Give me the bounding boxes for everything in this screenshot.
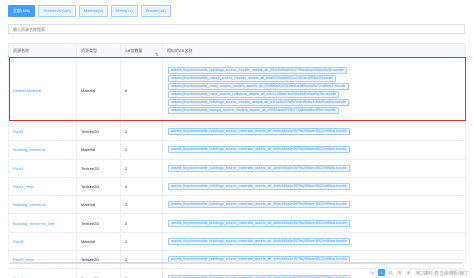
tab-all[interactable]: 全部(186) (8, 5, 36, 17)
resource-name[interactable]: Roof1 (9, 232, 77, 251)
column-header-count[interactable]: AB包数量 ⇅ (121, 44, 163, 58)
tab-shader[interactable]: Shader(18) (140, 5, 171, 17)
bundle-tag[interactable]: assets_tinystoremobile_buildings_source_… (168, 274, 350, 278)
table-row[interactable]: Building_elements Material 2 assets_tinysto… (9, 141, 465, 160)
resource-name[interactable]: Building_elements (9, 196, 77, 214)
bundle-tag[interactable]: assets_tinystoremobile_ruins_source_coll… (168, 91, 340, 98)
bundle-count: 2 (121, 141, 163, 159)
page-button[interactable]: 4 (405, 268, 412, 276)
bundle-count: 2 (121, 177, 163, 196)
bundle-tag[interactable]: assets_tinystoremobile_buildings_source_… (168, 219, 350, 227)
table-row[interactable]: Default-Material Material 6 assets_tinystor… (9, 59, 465, 123)
resource-type: Texture2D (77, 269, 121, 278)
page-button[interactable]: 1 (378, 268, 385, 276)
bundle-tag[interactable]: assets_tinystoremobile_rocks_source_mode… (168, 83, 349, 90)
resource-type: Texture2D (77, 177, 121, 196)
resource-name[interactable]: Building_elements_lime (9, 214, 77, 232)
resource-type: Material (77, 232, 121, 251)
tab-texture2d[interactable]: Texture2D(149) (38, 5, 76, 17)
bundle-list: assets_tinystoremobile_buildings_source_… (163, 141, 465, 158)
bundle-tag[interactable]: assets_tinystoremobile_nature_source_mod… (168, 75, 336, 82)
table-row[interactable]: Roof1 Material 2 assets_tinystoremobile_bui… (9, 232, 465, 252)
resource-name[interactable]: Roof2_nmp (9, 251, 77, 269)
resource-type: Texture2D (77, 159, 121, 177)
bundle-count: 2 (121, 251, 163, 269)
bundle-count: 2 (121, 159, 163, 177)
bundle-tag[interactable]: assets_tinystoremobile_buildings_source_… (168, 67, 347, 74)
table-row[interactable]: Roof1Texture2D2 assets_tinystoremobile_bu… (9, 159, 465, 178)
bundle-list: assets_tinystoremobile_buildings_source_… (163, 160, 465, 177)
prev-page-button[interactable]: < (369, 268, 376, 276)
bundle-tag[interactable]: assets_tinystoremobile_buildings_source_… (168, 99, 350, 106)
column-header-count-label: AB包数量 (125, 48, 143, 53)
column-header-bundles[interactable]: 相似的AB名称 (163, 44, 465, 58)
table-row[interactable]: Roof1Texture2D2 assets_tinystoremobile_bu… (9, 123, 465, 142)
resource-name[interactable]: Roof1 (9, 269, 77, 278)
bundle-tag[interactable]: assets_tinystoremobile_stamps_source_mod… (168, 107, 339, 114)
bundle-count: 2 (121, 214, 163, 232)
resource-name[interactable]: Roof1_nmp (9, 177, 77, 196)
table-row[interactable]: Roof1_nmp Texture2D 2 assets_tinystoremobil… (9, 177, 465, 197)
bundle-tag[interactable]: assets_tinystoremobile_buildings_source_… (168, 164, 350, 172)
search-input[interactable] (8, 24, 465, 34)
bundle-count: 2 (121, 123, 163, 141)
resource-type: Texture2D (77, 123, 121, 141)
tab-bar: 全部(186) Texture2D(149) Material(8) Mesh(… (8, 5, 171, 17)
resource-table: 资源名称 资源类型 AB包数量 ⇅ 相似的AB名称 Default-Materi… (8, 43, 466, 278)
tab-mesh[interactable]: Mesh(11) (111, 5, 138, 17)
bundle-list: assets_tinystoremobile_buildings_source_… (163, 215, 465, 232)
resource-type: Texture2D (77, 251, 121, 269)
bundle-count: 2 (121, 269, 163, 278)
bundle-count: 2 (121, 196, 163, 214)
column-header-name[interactable]: 资源名称 (9, 44, 77, 58)
page-button[interactable]: 3 (396, 268, 403, 276)
bundle-count: 6 (121, 59, 163, 122)
resource-type: Material (77, 141, 121, 159)
bundle-list: assets_tinystoremobile_buildings_source_… (163, 123, 465, 140)
table-row[interactable]: Building_elements_lime Texture2D 2 assets_t… (9, 214, 465, 233)
tab-material[interactable]: Material(8) (78, 5, 109, 17)
resource-type: Material (77, 59, 121, 122)
table-row[interactable]: Building_elements Material 2 assets_tinysto… (9, 196, 465, 215)
page-button[interactable]: 2 (387, 268, 394, 276)
table-row[interactable]: Roof2_nmp Texture2D 2 assets_tinystoremobil… (9, 251, 465, 270)
bundle-tag[interactable]: assets_tinystoremobile_buildings_source_… (168, 128, 350, 136)
resource-name[interactable]: Building_elements (9, 141, 77, 159)
table-header: 资源名称 资源类型 AB包数量 ⇅ 相似的AB名称 (9, 44, 465, 58)
resource-name[interactable]: Default-Material (9, 59, 77, 122)
bundle-tag[interactable]: assets_tinystoremobile_buildings_source_… (168, 146, 350, 154)
bundle-list: assets_tinystoremobile_buildings_source_… (163, 251, 465, 268)
bundle-tag[interactable]: assets_tinystoremobile_buildings_source_… (168, 237, 350, 245)
resource-name[interactable]: Roof1 (9, 123, 77, 141)
resource-name[interactable]: Roof1 (9, 159, 77, 177)
bundle-list: assets_tinystoremobile_buildings_source_… (163, 233, 465, 250)
bundle-count: 2 (121, 232, 163, 251)
bundle-tag[interactable]: assets_tinystoremobile_buildings_source_… (168, 183, 350, 191)
resource-type: Texture2D (77, 214, 121, 232)
bundle-list: assets_tinystoremobile_buildings_source_… (163, 59, 465, 122)
horizontal-scrollbar[interactable] (9, 262, 463, 264)
bundle-list: assets_tinystoremobile_buildings_source_… (163, 196, 465, 213)
resource-type: Material (77, 196, 121, 214)
bundle-list: assets_tinystoremobile_buildings_source_… (163, 178, 465, 195)
watermark: CSDN @五余时间到了 (418, 271, 469, 277)
column-header-type[interactable]: 资源类型 (77, 44, 121, 58)
bundle-tag[interactable]: assets_tinystoremobile_buildings_source_… (168, 201, 350, 209)
